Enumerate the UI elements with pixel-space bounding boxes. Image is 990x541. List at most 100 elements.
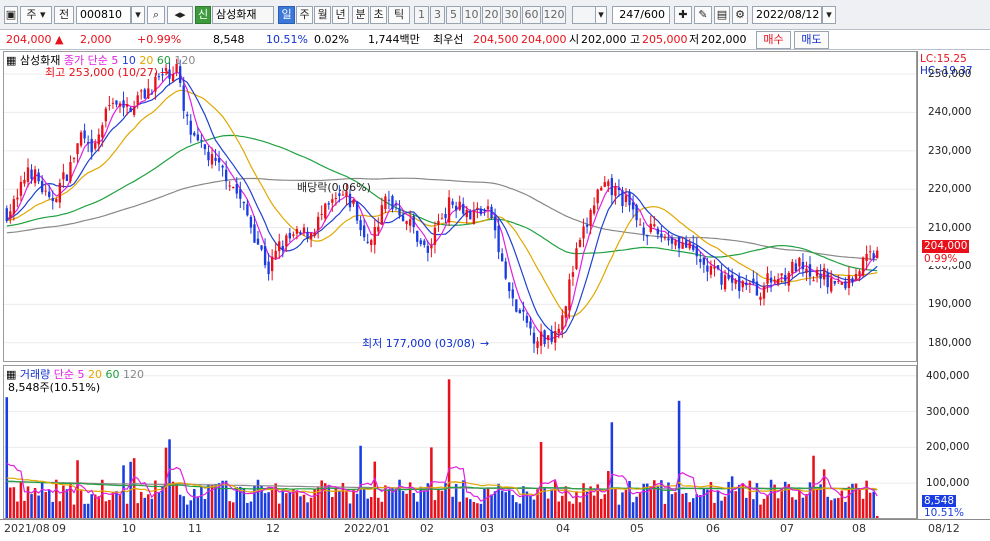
volume-bar — [299, 496, 302, 519]
interval-button-3[interactable]: 3 — [430, 6, 445, 24]
candle-body — [617, 187, 621, 191]
code-dropdown-icon[interactable]: ▾ — [131, 6, 145, 24]
legend-ma120[interactable]: 120 — [174, 54, 195, 67]
candle-body — [377, 226, 380, 232]
credit-badge[interactable]: 신 — [195, 6, 211, 24]
tf-month-button[interactable]: 월 — [314, 6, 331, 24]
save-icon[interactable]: ▤ — [714, 6, 730, 24]
candle-body — [140, 90, 143, 92]
candle-body — [539, 331, 543, 346]
volume-bar — [486, 487, 490, 519]
candle-body — [419, 240, 422, 245]
candle-body — [646, 235, 649, 237]
candle-body — [876, 250, 879, 259]
price-panel[interactable] — [3, 51, 917, 362]
candle-body — [532, 332, 536, 344]
candle-body — [706, 265, 709, 272]
interval-button-10[interactable]: 10 — [462, 6, 481, 24]
prev-next-icon[interactable]: ◂▸ — [167, 6, 193, 24]
candle-body — [847, 275, 851, 288]
date-axis[interactable] — [0, 519, 990, 541]
volume-panel[interactable] — [3, 365, 917, 519]
legend-settings-icon[interactable]: ▦ — [6, 54, 16, 67]
prefix-button[interactable]: 전 — [54, 6, 74, 24]
candle-body — [794, 263, 798, 272]
candle-body — [720, 272, 723, 285]
interval-button-30[interactable]: 30 — [502, 6, 521, 24]
period-select[interactable]: 주 ▾ — [20, 6, 52, 24]
crosshair-icon[interactable]: ✚ — [674, 6, 692, 24]
tf-week-button[interactable]: 주 — [296, 6, 313, 24]
volume-bar — [182, 496, 185, 519]
candle-body — [561, 315, 564, 330]
candle-body — [504, 261, 507, 279]
vol-legend-item[interactable]: 단순 — [54, 368, 74, 381]
candle-body — [408, 219, 412, 226]
volume-bar — [780, 487, 783, 519]
volume-bar — [681, 493, 684, 519]
candle-body — [784, 274, 787, 282]
vol-legend-settings-icon[interactable]: ▦ — [6, 368, 16, 381]
vol-legend-ma20[interactable]: 20 — [88, 368, 102, 381]
tf-minute-button[interactable]: 분 — [352, 6, 369, 24]
volume-bar — [65, 489, 69, 519]
interval-button-5[interactable]: 5 — [446, 6, 461, 24]
candle-body — [628, 192, 631, 206]
candle-body — [136, 95, 139, 105]
candle-body — [306, 231, 309, 239]
tf-day-button[interactable]: 일 — [278, 6, 295, 24]
vol-legend-ma5[interactable]: 5 — [78, 368, 85, 381]
interval-dropdown-icon[interactable]: ▾ — [595, 6, 607, 24]
volume-chart-svg[interactable] — [3, 365, 917, 519]
interval-button-1[interactable]: 1 — [414, 6, 429, 24]
search-icon[interactable]: ⌕ — [147, 6, 165, 24]
stock-code-input[interactable]: 000810 — [76, 6, 131, 24]
candle-body — [734, 280, 737, 284]
volume-bar — [798, 490, 801, 519]
volume-bar — [762, 498, 766, 519]
candle-body — [462, 203, 465, 214]
volume-bar — [550, 489, 553, 519]
candle-body — [748, 283, 752, 285]
price-chart-svg[interactable] — [3, 51, 917, 362]
tf-second-button[interactable]: 초 — [370, 6, 387, 24]
calendar-dropdown-icon[interactable]: ▾ — [822, 6, 836, 24]
volume-bar — [483, 488, 486, 519]
candle-body — [90, 138, 93, 153]
interval-button-120[interactable]: 120 — [542, 6, 566, 24]
candle-body — [299, 232, 302, 235]
volume-bar — [58, 501, 62, 519]
chart-layout-icon[interactable]: ▣ — [4, 6, 18, 24]
volume-bar — [111, 491, 115, 519]
tf-tick-button[interactable]: 틱 — [388, 6, 410, 24]
candle-body — [143, 89, 146, 99]
volume-bar — [656, 486, 660, 519]
draw-tool-icon[interactable]: ✎ — [694, 6, 712, 24]
volume-bar — [614, 488, 617, 519]
volume-bar — [571, 503, 575, 519]
candle-body — [309, 233, 313, 240]
candle-body — [642, 227, 645, 235]
candle-body — [348, 193, 352, 208]
buy-button[interactable]: 매수 — [756, 31, 791, 49]
date-field[interactable]: 2022/08/12 — [752, 6, 822, 24]
sell-button[interactable]: 매도 — [794, 31, 829, 49]
vol-legend-ma60[interactable]: 60 — [106, 368, 120, 381]
interval-button-20[interactable]: 20 — [482, 6, 501, 24]
candle-body — [554, 330, 557, 343]
volume-tick-label: 200,000 — [926, 441, 970, 454]
candle-body — [614, 186, 617, 196]
candle-body — [787, 272, 790, 286]
volume-bar — [759, 504, 762, 519]
tf-year-button[interactable]: 년 — [332, 6, 349, 24]
bar-count-field[interactable]: 247/600 — [612, 6, 670, 24]
volume-bar — [122, 465, 125, 519]
price-tick-label: 240,000 — [928, 106, 972, 119]
candle-body — [200, 139, 203, 141]
volume-bar — [522, 486, 525, 519]
interval-button-60[interactable]: 60 — [522, 6, 541, 24]
vol-legend-ma120[interactable]: 120 — [123, 368, 144, 381]
candle-body — [610, 178, 614, 196]
settings-gear-icon[interactable]: ⚙ — [732, 6, 748, 24]
candle-body — [292, 234, 295, 236]
